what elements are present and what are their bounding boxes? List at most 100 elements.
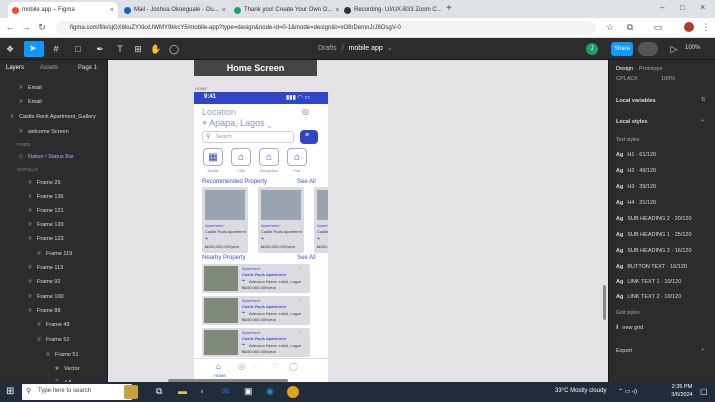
notifications-icon[interactable]: ▢	[700, 387, 708, 396]
tab-recording[interactable]: Recording- UI/UX-B33 Zoom C... ×	[340, 2, 444, 18]
new-tab-icon[interactable]: +	[446, 3, 452, 14]
favorites-icon[interactable]: ♡	[272, 362, 279, 371]
layer-row[interactable]: ◇ Native / Status Bar	[0, 151, 107, 163]
property-card[interactable]: ApartmentCastle Rock Apartment ⌖ ₦150,000,…	[258, 187, 304, 253]
resources-icon[interactable]: ⊞	[132, 43, 144, 55]
bookmark-star-icon[interactable]: ☆	[604, 21, 616, 33]
mail-app-icon[interactable]: ✉	[222, 386, 230, 397]
file-name[interactable]: mobile app	[349, 45, 383, 52]
tab-mail[interactable]: Mail - Joshua Okoeguale - Ou... ×	[120, 2, 230, 18]
add-export-icon[interactable]: +	[701, 347, 704, 353]
clock[interactable]: 2:35 PM 3/6/2024	[668, 384, 696, 398]
nearby-property-card[interactable]: Apartment Castle Rock Apartment ⌖ Adeosun S…	[202, 264, 310, 293]
property-card[interactable]: ApartmentCastle Rock Apartment ⌖ ₦150,000,…	[314, 187, 328, 253]
bell-icon[interactable]: ◎	[302, 107, 309, 116]
flat-category-button[interactable]: ⌂	[287, 148, 307, 166]
weather-widget[interactable]: 33°C Mostly cloudy	[555, 388, 606, 394]
zoom-app-icon[interactable]: ◉	[266, 386, 274, 397]
back-icon[interactable]: ←	[4, 21, 16, 33]
layer-row[interactable]: # welcome Screen	[0, 126, 107, 138]
favorite-icon[interactable]: ♡	[298, 330, 302, 336]
layer-row[interactable]: # Frame 25	[0, 177, 107, 189]
vertical-scrollbar[interactable]	[603, 285, 606, 320]
cortana-icon[interactable]	[124, 385, 138, 399]
minimize-icon[interactable]: –	[660, 3, 664, 12]
bustle-category-button[interactable]: ▦	[203, 148, 223, 166]
layer-row[interactable]: # Frame 136	[0, 191, 107, 203]
explore-icon[interactable]: ◎	[238, 362, 245, 371]
share-button[interactable]: Share	[611, 42, 633, 56]
tab-figma[interactable]: mobile app – Figma ×	[8, 2, 118, 18]
windows-start-icon[interactable]: ⊞	[6, 386, 14, 397]
shape-tool-icon[interactable]: □	[72, 43, 84, 55]
tray-icons[interactable]: ⌃ ▭ ◃)	[618, 388, 637, 395]
chat-icon[interactable]: ◌	[252, 362, 257, 371]
favorite-icon[interactable]: ♡	[298, 266, 302, 272]
profile-avatar[interactable]	[684, 22, 694, 32]
frame-label[interactable]: HOME	[195, 86, 207, 91]
url-input[interactable]: figma.com/file/sjGX6kuZYXkxUWMY9kkcY5/mo…	[56, 21, 596, 35]
layer-row[interactable]: # Frame 119	[0, 248, 107, 260]
pen-tool-icon[interactable]: ✒	[94, 43, 106, 55]
window-close-icon[interactable]: ×	[700, 2, 705, 12]
design-canvas[interactable]: Home Screen HOME 9:41 ▮▮▮ ◠ ▭ Location ⌖…	[108, 60, 608, 382]
text-style-item[interactable]: Ag H1 · 61/120	[616, 152, 656, 158]
text-style-item[interactable]: Ag BUTTON TEXT · 16/120	[616, 264, 687, 270]
favorite-icon[interactable]: ♡	[298, 298, 302, 304]
profile-icon[interactable]: ◯	[289, 362, 298, 371]
comment-icon[interactable]: ◯	[168, 43, 180, 55]
frame-tool-icon[interactable]: #	[50, 43, 62, 55]
grid-style-item[interactable]: ⦀ new grid	[616, 325, 643, 332]
layer-row[interactable]: ★ Vector	[0, 363, 107, 375]
text-tool-icon[interactable]: T	[114, 43, 126, 55]
tab-design[interactable]: Design	[616, 66, 633, 72]
bungalow-category-button[interactable]: ⌂	[259, 148, 279, 166]
browser-menu-icon[interactable]: ⋮	[700, 21, 712, 33]
layer-row[interactable]: # Frame 92	[0, 276, 107, 288]
hand-tool-icon[interactable]: ✋	[150, 43, 162, 55]
villa-category-button[interactable]: ⌂	[231, 148, 251, 166]
avatar[interactable]: J	[586, 43, 598, 55]
present-icon[interactable]: ▷	[668, 43, 680, 55]
text-style-item[interactable]: Ag LINK TEXT 1 · 10/120	[616, 279, 681, 285]
layer-row[interactable]: # Frame 120	[0, 219, 107, 231]
tab-thankyou[interactable]: Thank you! Create Your Own O... ×	[230, 2, 340, 18]
text-style-item[interactable]: Ag H4 · 31/120	[616, 200, 656, 206]
text-style-item[interactable]: Ag LINK TEXT 2 · 10/120	[616, 294, 681, 300]
close-icon[interactable]: ×	[335, 7, 339, 14]
layer-row[interactable]: # Frame 123	[0, 233, 107, 245]
nearby-see-all-link[interactable]: See All	[297, 255, 316, 261]
text-style-item[interactable]: Ag SUB HEADING 1 · 25/120	[616, 232, 692, 238]
text-style-item[interactable]: Ag SUB HEADING 2 · 20/120	[616, 216, 692, 222]
layer-row[interactable]: # Email	[0, 82, 107, 94]
layer-row[interactable]: # Frame 121	[0, 205, 107, 217]
extensions-icon[interactable]: ⧉	[624, 21, 636, 33]
property-card[interactable]: ApartmentCastle Rock Apartment ⌖ ₦150,000,…	[202, 187, 248, 253]
edge-icon[interactable]: ◐	[200, 386, 205, 396]
filter-button[interactable]: ≡	[300, 130, 318, 144]
text-style-item[interactable]: Ag H2 · 49/120	[616, 168, 656, 174]
taskbar-search-input[interactable]: ⚲ Type here to search	[22, 384, 132, 400]
export-label[interactable]: Export	[616, 348, 632, 354]
zoom-level[interactable]: 100%	[685, 45, 700, 51]
nearby-property-card[interactable]: Apartment Castle Rock Apartment ⌖ Adeosun S…	[202, 296, 310, 325]
layer-row[interactable]: # Frame 100	[0, 291, 107, 303]
layer-row[interactable]: # Frame 113	[0, 262, 107, 274]
layer-row[interactable]: SCROLLS	[0, 164, 107, 176]
layer-row[interactable]: # Email	[0, 96, 107, 108]
see-all-link[interactable]: See All	[297, 179, 316, 185]
breadcrumb-drafts[interactable]: Drafts	[318, 45, 337, 52]
maximize-icon[interactable]: □	[680, 3, 685, 12]
layer-row[interactable]: # Frame 49	[0, 319, 107, 331]
local-variables-label[interactable]: Local variables	[616, 98, 656, 104]
store-icon[interactable]: ▣	[244, 386, 253, 397]
page-selector[interactable]: Page 1	[78, 65, 97, 71]
chrome-app-icon[interactable]	[287, 386, 299, 398]
layers-tab[interactable]: Layers	[6, 65, 24, 71]
close-icon[interactable]: ×	[110, 7, 114, 14]
text-style-item[interactable]: Ag H3 · 39/120	[616, 184, 656, 190]
location-value[interactable]: ⌖ Apapa, Lagos ⌄	[202, 118, 271, 129]
close-icon[interactable]: ×	[222, 7, 226, 14]
layer-row[interactable]: # Frame 88	[0, 305, 107, 317]
home-icon[interactable]: ⌂	[216, 362, 221, 371]
